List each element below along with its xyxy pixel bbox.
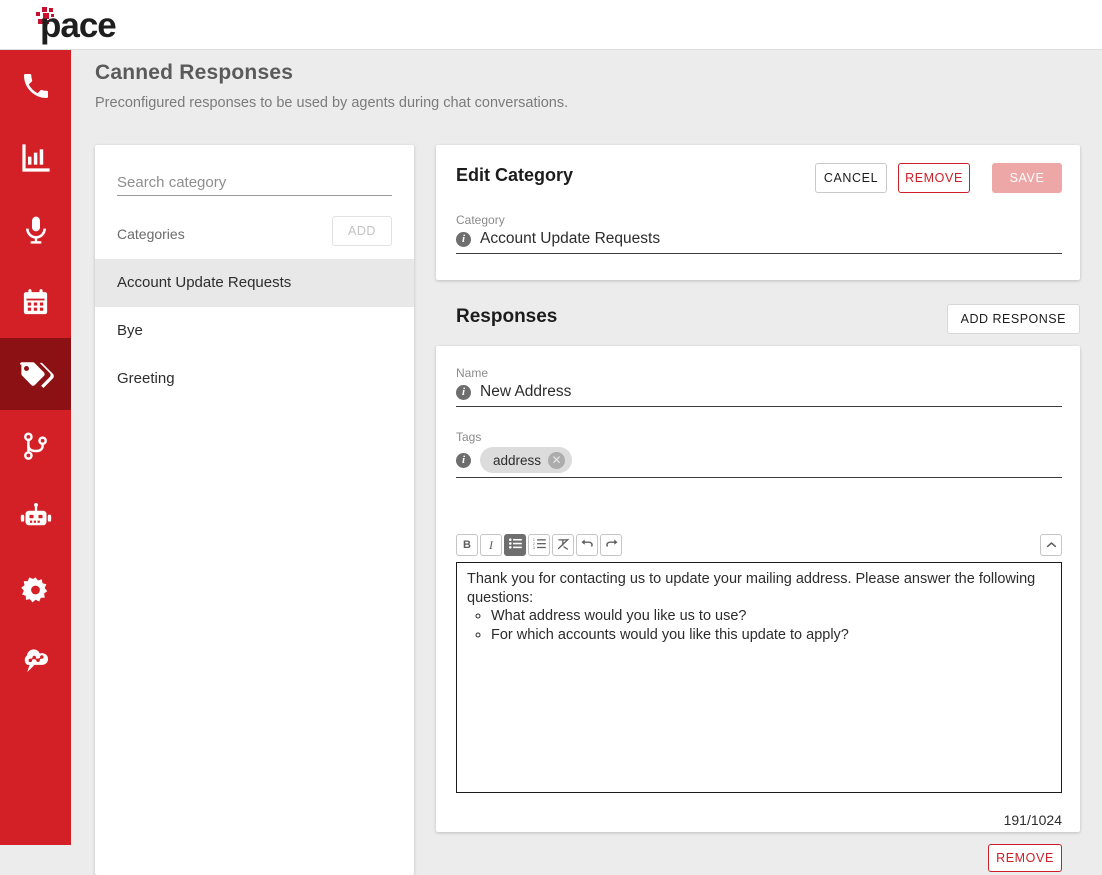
response-body-list-item: What address would you like us to use? bbox=[491, 607, 1051, 626]
info-icon: i bbox=[456, 452, 471, 468]
categories-header: Categories ADD bbox=[117, 216, 392, 251]
response-body-list: What address would you like us to use? F… bbox=[491, 607, 1051, 644]
rail-item-schedule[interactable] bbox=[0, 266, 71, 338]
category-field: Category i Account Update Requests bbox=[456, 213, 1062, 254]
bold-icon: B bbox=[463, 539, 471, 551]
redo-button[interactable] bbox=[600, 534, 622, 556]
redo-icon bbox=[605, 538, 618, 552]
gear-icon bbox=[20, 575, 51, 606]
rail-item-phone[interactable] bbox=[0, 50, 71, 122]
chevron-up-icon bbox=[1046, 538, 1057, 552]
flow-branch-icon bbox=[20, 431, 51, 462]
calendar-icon bbox=[20, 287, 51, 318]
bar-chart-icon bbox=[20, 142, 52, 174]
pace-logo: pace bbox=[18, 4, 138, 46]
undo-button[interactable] bbox=[576, 534, 598, 556]
edit-category-title: Edit Category bbox=[456, 165, 574, 185]
page-subtitle: Preconfigured responses to be used by ag… bbox=[95, 95, 569, 111]
categories-list: Account Update Requests Bye Greeting bbox=[95, 259, 414, 403]
clear-formatting-icon bbox=[557, 538, 570, 553]
response-name-label: Name bbox=[456, 366, 489, 380]
category-list-item[interactable]: Bye bbox=[95, 307, 414, 355]
rail-item-recordings[interactable] bbox=[0, 194, 71, 266]
page-title: Canned Responses bbox=[95, 61, 294, 84]
undo-icon bbox=[581, 538, 594, 552]
unordered-list-icon bbox=[508, 538, 522, 552]
tag-chip-label: address bbox=[493, 452, 542, 468]
responses-header: Responses ADD RESPONSE bbox=[436, 292, 1080, 346]
response-name-row[interactable]: i New Address bbox=[456, 383, 1062, 407]
responses-title: Responses bbox=[456, 306, 558, 327]
search-category-wrap bbox=[117, 170, 392, 196]
response-tags-field: Tags i address ✕ bbox=[456, 430, 1062, 478]
svg-text:3: 3 bbox=[533, 546, 535, 549]
add-response-button[interactable]: ADD RESPONSE bbox=[946, 304, 1080, 334]
tags-icon bbox=[17, 355, 55, 393]
rail-item-bots[interactable] bbox=[0, 482, 71, 554]
response-editor: B I 1 2 3 Thank you for contacting us to… bbox=[456, 534, 1062, 872]
category-field-row[interactable]: i Account Update Requests bbox=[456, 230, 1062, 254]
ordered-list-icon: 1 2 3 bbox=[533, 538, 546, 552]
response-body-list-item: For which accounts would you like this u… bbox=[491, 626, 1051, 645]
clear-formatting-button[interactable] bbox=[552, 534, 574, 556]
rail-item-analytics[interactable] bbox=[0, 122, 71, 194]
response-tags-label: Tags bbox=[456, 430, 482, 444]
left-nav-rail bbox=[0, 50, 71, 845]
edit-category-card: Edit Category CANCEL REMOVE SAVE Categor… bbox=[436, 145, 1080, 280]
rail-item-canned-responses[interactable] bbox=[0, 338, 71, 410]
remove-response-button[interactable]: REMOVE bbox=[988, 844, 1062, 872]
categories-panel: Categories ADD Account Update Requests B… bbox=[95, 145, 414, 875]
bold-button[interactable]: B bbox=[456, 534, 478, 556]
category-field-value: Account Update Requests bbox=[480, 230, 661, 247]
right-column: Edit Category CANCEL REMOVE SAVE Categor… bbox=[436, 145, 1080, 872]
character-counter: 191/1024 bbox=[1003, 812, 1062, 828]
main-content: Canned Responses Preconfigured responses… bbox=[71, 50, 1102, 875]
category-list-item[interactable]: Account Update Requests bbox=[95, 259, 414, 307]
response-card: Name i New Address Tags i address ✕ B I … bbox=[436, 346, 1080, 872]
search-category-input[interactable] bbox=[117, 170, 392, 196]
category-field-label: Category bbox=[456, 213, 505, 227]
category-list-item[interactable]: Greeting bbox=[95, 355, 414, 403]
logo-text: pace bbox=[40, 6, 117, 45]
italic-button[interactable]: I bbox=[480, 534, 502, 556]
ordered-list-button[interactable]: 1 2 3 bbox=[528, 534, 550, 556]
close-icon[interactable]: ✕ bbox=[548, 451, 566, 469]
robot-icon bbox=[19, 501, 53, 535]
editor-toolbar: B I 1 2 3 bbox=[456, 534, 1062, 562]
info-icon: i bbox=[456, 231, 471, 247]
cloud-chat-network-icon bbox=[17, 645, 55, 679]
save-button[interactable]: SAVE bbox=[992, 163, 1062, 193]
info-icon: i bbox=[456, 384, 471, 400]
unordered-list-button[interactable] bbox=[504, 534, 526, 556]
tag-chip[interactable]: address ✕ bbox=[480, 447, 573, 473]
remove-category-button[interactable]: REMOVE bbox=[898, 163, 970, 193]
response-body-editor[interactable]: Thank you for contacting us to update yo… bbox=[456, 562, 1062, 793]
rail-item-insights[interactable] bbox=[0, 626, 71, 698]
add-category-button[interactable]: ADD bbox=[332, 216, 392, 246]
response-tags-row[interactable]: i address ✕ bbox=[456, 447, 1062, 478]
microphone-icon bbox=[20, 214, 52, 246]
cancel-button[interactable]: CANCEL bbox=[815, 163, 887, 193]
response-body-paragraph: Thank you for contacting us to update yo… bbox=[467, 571, 1036, 606]
phone-icon bbox=[20, 70, 52, 102]
rail-item-settings[interactable] bbox=[0, 554, 71, 626]
italic-icon: I bbox=[489, 537, 493, 552]
rail-item-workflows[interactable] bbox=[0, 410, 71, 482]
response-name-field: Name i New Address bbox=[456, 366, 1062, 407]
collapse-editor-button[interactable] bbox=[1040, 534, 1062, 556]
categories-label: Categories bbox=[117, 226, 185, 242]
top-bar: pace bbox=[0, 0, 1102, 50]
response-name-value: New Address bbox=[480, 383, 572, 400]
